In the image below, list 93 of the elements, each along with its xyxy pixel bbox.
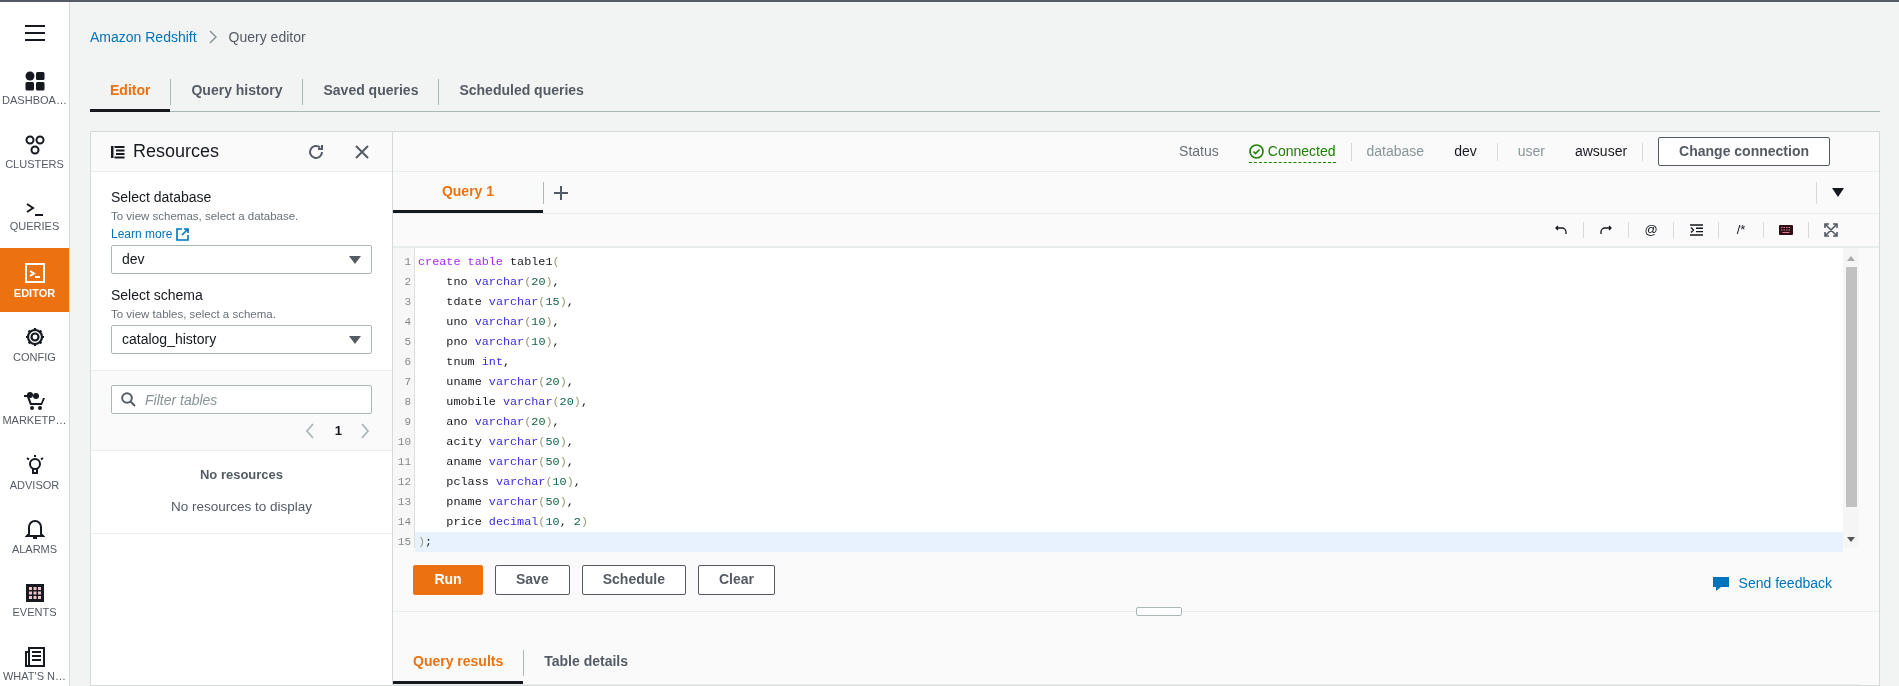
- code-line: pno varchar(10),: [445, 334, 561, 351]
- shopping-cart-icon: [22, 390, 47, 411]
- field-label: Select database: [111, 188, 213, 207]
- status-label: Status: [1179, 142, 1219, 161]
- database-label: database: [1366, 142, 1425, 161]
- line-number: 13: [396, 495, 412, 510]
- code-line: tno varchar(20),: [445, 274, 561, 291]
- lightbulb-icon: [24, 453, 45, 476]
- code-line: pclass varchar(10),: [445, 474, 582, 491]
- dashboard-icon: [24, 70, 45, 91]
- list-tree-icon: [111, 144, 125, 159]
- line-number: 12: [396, 475, 412, 490]
- code-line: uname varchar(20),: [445, 374, 575, 391]
- line-number: 14: [396, 515, 412, 530]
- tab[interactable]: Saved queries: [303, 72, 439, 112]
- user-value: awsuser: [1574, 142, 1628, 161]
- line-number: 7: [403, 375, 412, 390]
- tab[interactable]: Query history: [171, 72, 303, 112]
- page-number[interactable]: 1: [334, 421, 342, 441]
- database-value: dev: [1454, 142, 1477, 161]
- bell-icon: [24, 517, 45, 540]
- field-hint: To view tables, select a schema.: [111, 307, 277, 322]
- gear-icon: [23, 325, 46, 348]
- user-label: user: [1517, 142, 1545, 161]
- code-line: tdate varchar(15),: [445, 294, 575, 311]
- menu-icon: [23, 24, 46, 42]
- resize-handle[interactable]: [1136, 607, 1182, 616]
- undo-icon: [1555, 225, 1567, 235]
- code-line: aname varchar(50),: [445, 454, 575, 471]
- line-number: 10: [396, 435, 412, 450]
- empty-state-message: No resources to display: [170, 497, 313, 516]
- panel-title: Resources: [133, 140, 221, 163]
- line-number: 11: [396, 455, 412, 470]
- chevron-right-icon: [360, 423, 370, 439]
- select-dropdown[interactable]: dev: [111, 245, 372, 274]
- indent-icon: [1689, 224, 1703, 236]
- send-feedback-link[interactable]: Send feedback: [1712, 573, 1832, 594]
- plus-icon: [554, 185, 568, 200]
- caret-down-icon: [349, 335, 361, 344]
- tab[interactable]: Scheduled queries: [439, 72, 604, 112]
- breadcrumb-link[interactable]: Amazon Redshift: [90, 26, 197, 48]
- refresh-icon: [307, 142, 325, 161]
- terminal-icon: [24, 200, 45, 217]
- code-line: price decimal(10, 2): [445, 514, 589, 531]
- action-button[interactable]: Schedule: [581, 564, 686, 595]
- line-number: 15: [396, 535, 412, 550]
- line-number: 3: [403, 295, 412, 310]
- redo-icon: [1600, 225, 1612, 235]
- action-button[interactable]: Clear: [697, 564, 775, 595]
- newspaper-icon: [24, 646, 45, 667]
- empty-state-title: No resources: [199, 466, 284, 484]
- scrollbar[interactable]: [1843, 248, 1859, 548]
- calendar-grid-icon: [24, 582, 45, 603]
- line-number: 6: [403, 355, 412, 370]
- chevron-right-icon: [208, 30, 217, 44]
- chevron-left-icon: [304, 423, 315, 439]
- line-number: 9: [403, 415, 412, 430]
- search-icon: [121, 392, 136, 407]
- check-circle-icon: [1248, 143, 1264, 159]
- code-line: tnum int,: [445, 354, 512, 371]
- code-line: uno varchar(10),: [445, 314, 561, 331]
- result-tab[interactable]: Table details: [524, 641, 649, 684]
- search-field[interactable]: Filter tables: [111, 385, 372, 414]
- code-line: ano varchar(20),: [445, 414, 561, 431]
- caret-down-icon: [1832, 188, 1844, 197]
- field-label: Select schema: [111, 286, 204, 305]
- keyboard-icon: [1779, 225, 1793, 235]
- toolbar-button[interactable]: @: [1629, 220, 1673, 240]
- menu-button[interactable]: [23, 24, 46, 42]
- line-number: 5: [403, 335, 412, 350]
- code-line: umobile varchar(20),: [445, 394, 589, 411]
- close-icon: [355, 144, 369, 159]
- connection-status: Connected: [1248, 140, 1336, 163]
- line-number: 1: [403, 255, 412, 270]
- breadcrumb-current: Query editor: [228, 27, 306, 47]
- code-line: acity varchar(50),: [445, 434, 575, 451]
- toolbar-button[interactable]: /*: [1719, 220, 1763, 240]
- caret-down-icon: [349, 255, 361, 264]
- line-number: 8: [403, 395, 412, 410]
- field-hint: To view schemas, select a database.: [111, 209, 300, 224]
- expand-icon: [1824, 223, 1838, 237]
- circles-icon: [24, 134, 45, 155]
- code-line: create table table1(: [417, 254, 561, 271]
- line-number: 2: [403, 275, 412, 290]
- terminal-window-icon: [23, 261, 46, 284]
- learn-more-link[interactable]: Learn more: [111, 225, 173, 243]
- action-button[interactable]: Save: [495, 564, 570, 595]
- change-connection-button[interactable]: Change connection: [1658, 137, 1830, 166]
- line-number: 4: [403, 315, 412, 330]
- external-link-icon: [176, 227, 190, 241]
- select-dropdown[interactable]: catalog_history: [111, 325, 372, 354]
- code-line: pname varchar(50),: [445, 494, 575, 511]
- speech-bubble-icon: [1712, 576, 1729, 591]
